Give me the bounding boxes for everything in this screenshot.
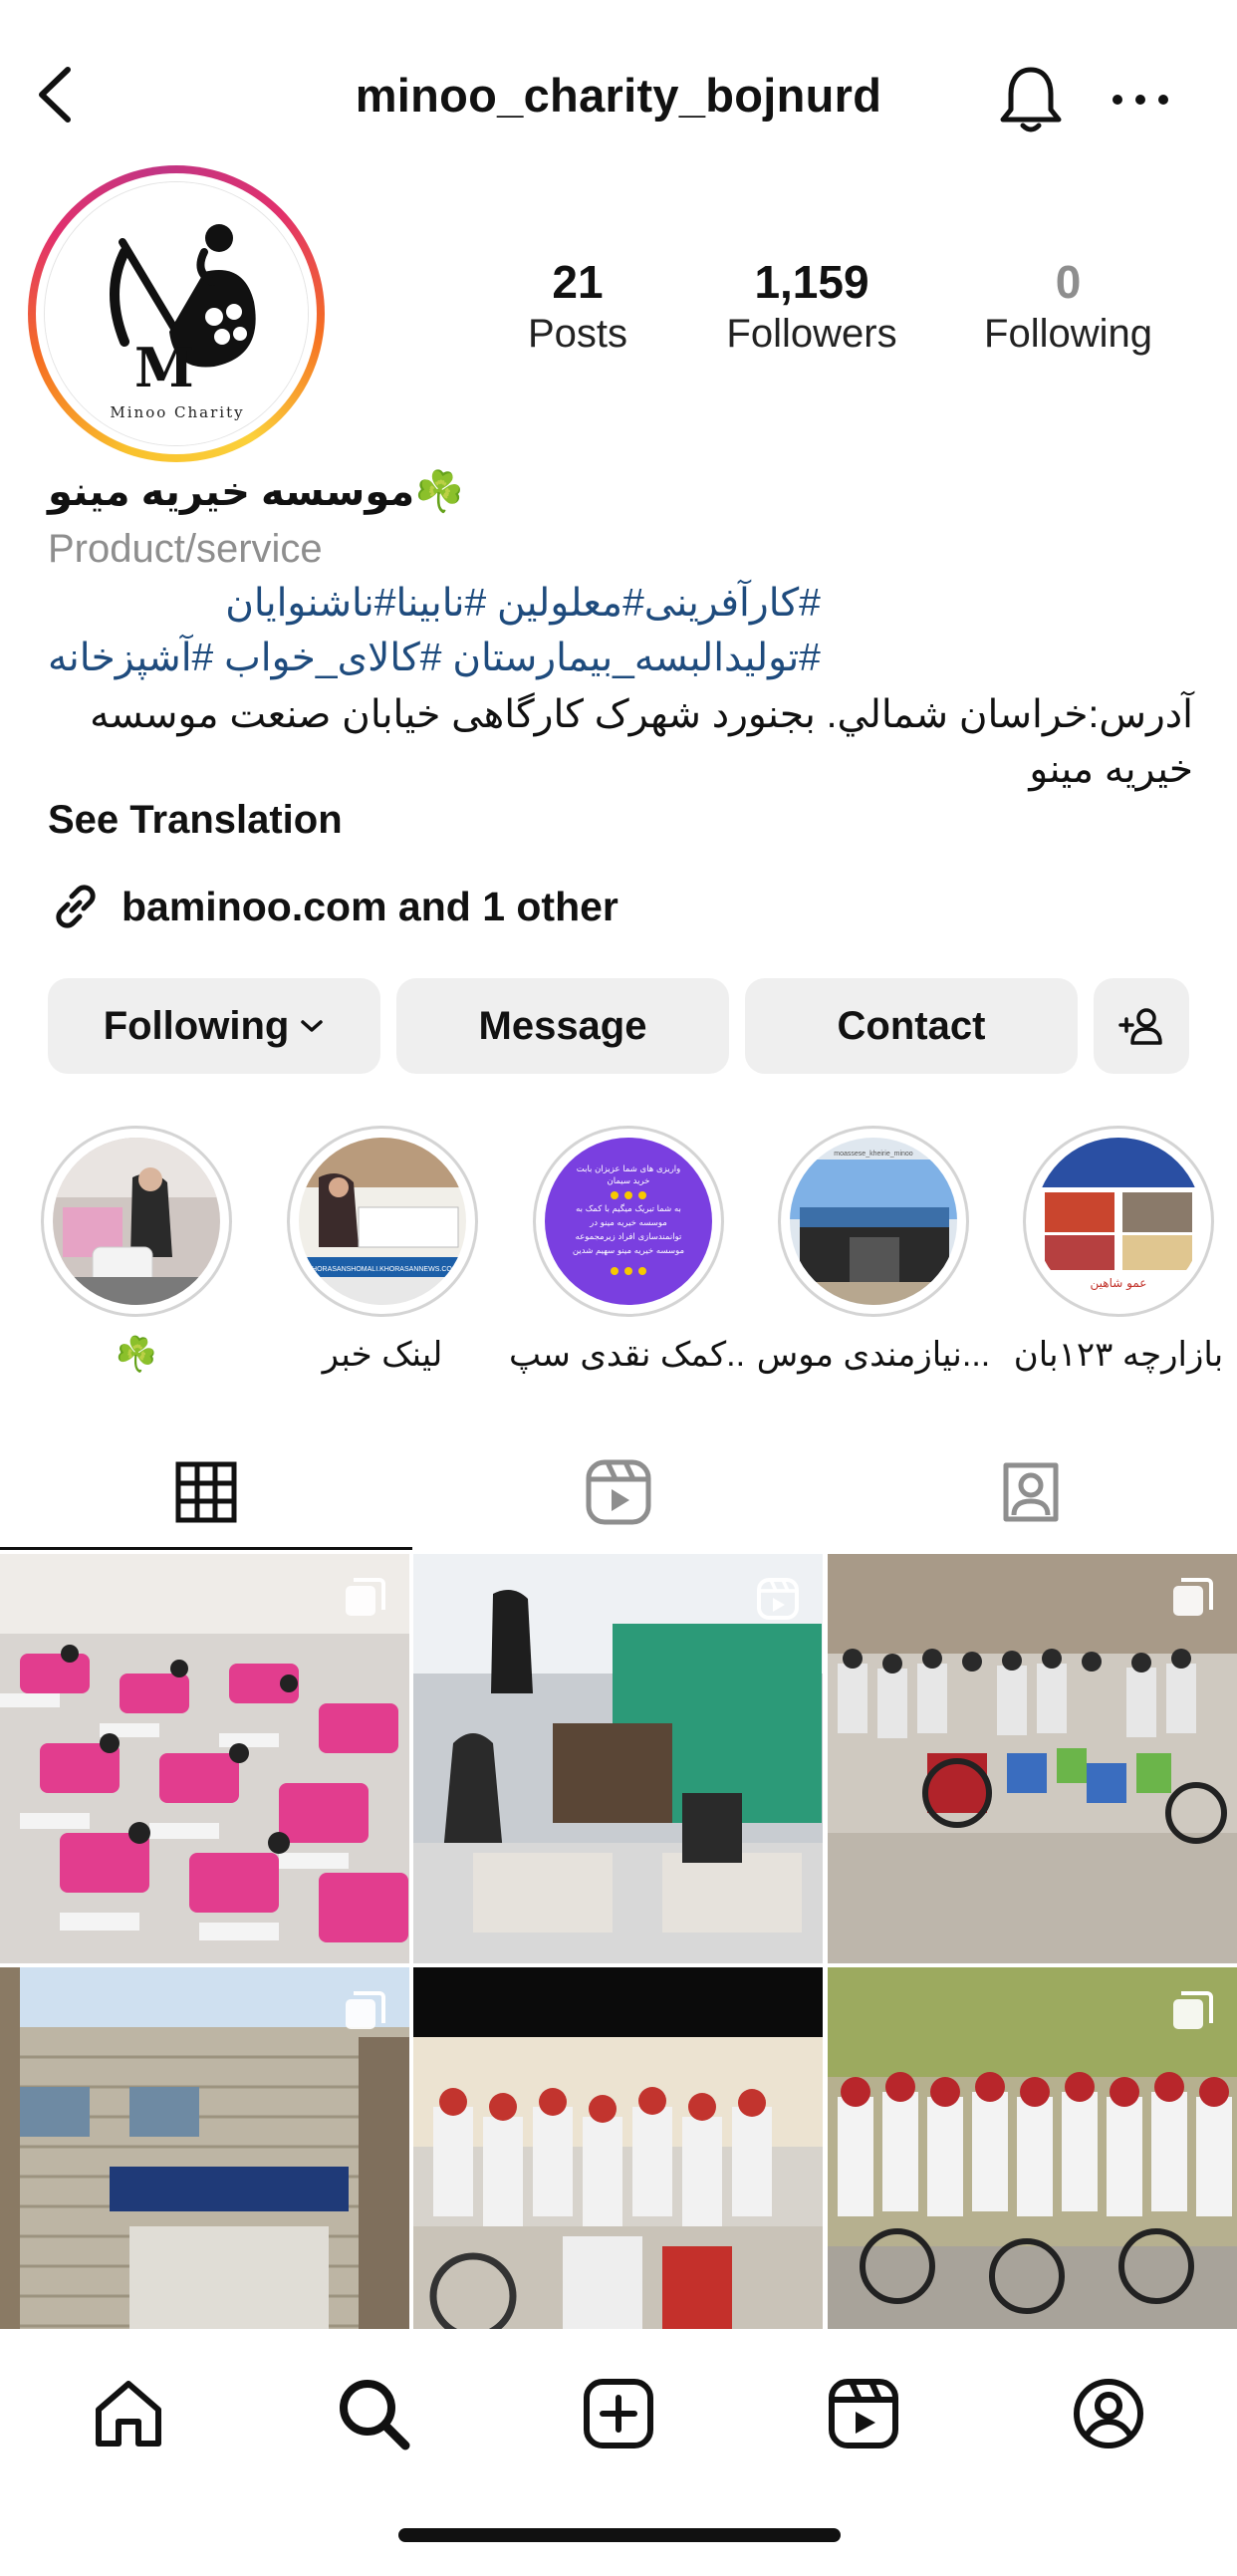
highlight-label: لینک خبر (322, 1336, 443, 1374)
svg-text:عمو شاهین: عمو شاهین (1091, 1276, 1147, 1291)
more-options-button[interactable] (1106, 75, 1175, 125)
svg-text:M: M (134, 336, 194, 399)
profile-stats: 21 Posts 1,159 Followers 0 Following (458, 255, 1215, 375)
highlight-item[interactable]: KHORASANSHOMALI.KHORASANNEWS.COM لینک خب… (263, 1126, 502, 1377)
highlight-item[interactable]: ☘️ (17, 1126, 256, 1377)
following-stat[interactable]: 0 Following (936, 255, 1200, 359)
nav-reels[interactable] (819, 2369, 908, 2458)
posts-stat[interactable]: 21 Posts (478, 255, 677, 359)
highlight-cover (53, 1138, 220, 1305)
tab-tagged[interactable] (825, 1434, 1237, 1550)
profile-category: Product/service (48, 527, 323, 571)
grid-post[interactable] (828, 1967, 1237, 2329)
add-user-icon (1118, 1008, 1162, 1045)
hashtags-line-2[interactable]: #تولیدالبسه_بیمارستان #کالای_خواب #آشپزخ… (48, 631, 821, 685)
chevron-down-icon (301, 1020, 324, 1032)
svg-text:moassese_kheirie_minoo: moassese_kheirie_minoo (834, 1151, 912, 1158)
posts-label: Posts (527, 312, 628, 356)
svg-text:موسسه خیریه مینو سهیم شدین: موسسه خیریه مینو سهیم شدین (573, 1246, 684, 1256)
story-highlights: ☘️ KHORASANSHOMALI.KHORASANNEWS.COM لینک… (0, 1126, 1237, 1385)
nav-search[interactable] (329, 2369, 418, 2458)
nav-home[interactable] (84, 2369, 173, 2458)
highlight-label: نیازمندی موس... (756, 1336, 991, 1374)
highlight-cover: واریزی های شما عزیزان بابت خرید سیمان به… (545, 1138, 712, 1305)
grid-post[interactable] (413, 1967, 823, 2329)
highlight-label: بازارچه ۱۲۳بان (1013, 1336, 1224, 1374)
posts-grid (0, 1554, 1237, 2329)
highlight-item[interactable]: عمو شاهین بازارچه ۱۲۳بان (999, 1126, 1237, 1377)
search-icon (340, 2380, 410, 2450)
nav-profile[interactable] (1064, 2369, 1153, 2458)
reels-icon (829, 2379, 898, 2448)
see-translation-link[interactable]: See Translation (48, 793, 343, 847)
following-button[interactable]: Following (48, 978, 380, 1074)
following-label: Following (984, 312, 1152, 356)
home-indicator (398, 2528, 841, 2542)
link-icon (56, 885, 96, 928)
message-button[interactable]: Message (396, 978, 729, 1074)
minoo-logo-icon: M Minoo Charity (45, 182, 308, 445)
tab-reels[interactable] (412, 1434, 825, 1550)
carousel-icon (1173, 1578, 1213, 1616)
carousel-icon (346, 1991, 385, 2029)
svg-text:به شما تبریک میگیم با کمک به: به شما تبریک میگیم با کمک به (576, 1203, 681, 1214)
highlight-label: ☘️ (115, 1336, 158, 1374)
reel-badge-icon (757, 1578, 799, 1620)
profile-header: minoo_charity_bojnurd (0, 40, 1237, 149)
highlight-item[interactable]: moassese_kheirie_minoo نیازمندی موس... (754, 1126, 993, 1377)
profile-tabs (0, 1434, 1237, 1550)
create-icon (584, 2379, 653, 2448)
bio-address: آدرس:خراسان شمالي. بجنورد شهرک کارگاهی خ… (90, 693, 1193, 791)
contact-button-label: Contact (837, 1003, 986, 1048)
avatar[interactable]: M Minoo Charity (44, 181, 309, 446)
following-count: 0 (1055, 256, 1082, 308)
bio-link-text[interactable]: baminoo.com and 1 other (122, 884, 618, 930)
svg-text:خرید سیمان: خرید سیمان (608, 1176, 650, 1186)
suggested-users-button[interactable] (1094, 978, 1189, 1074)
highlight-cover: moassese_kheirie_minoo (790, 1138, 957, 1305)
grid-post[interactable] (0, 1554, 409, 1963)
hashtags-line-1[interactable]: #کارآفرینی#معلولین #نابینا#ناشنوایان (225, 576, 821, 631)
carousel-icon (1173, 1991, 1213, 2029)
grid-icon (175, 1461, 237, 1523)
svg-text:واریزی های شما عزیزان بابت: واریزی های شما عزیزان بابت (577, 1164, 681, 1174)
highlight-cover: KHORASANSHOMALI.KHORASANNEWS.COM (299, 1138, 466, 1305)
tagged-icon (1003, 1462, 1059, 1522)
reels-icon (586, 1459, 651, 1525)
highlight-cover: عمو شاهین (1035, 1138, 1202, 1305)
contact-button[interactable]: Contact (745, 978, 1078, 1074)
tab-posts-grid[interactable] (0, 1434, 412, 1550)
followers-count: 1,159 (754, 256, 869, 308)
profile-display-name: موسسه خیریه مینو☘️ (48, 470, 464, 514)
bottom-navigation (0, 2329, 1237, 2576)
nav-create[interactable] (574, 2369, 663, 2458)
notifications-button[interactable] (991, 60, 1071, 139)
following-button-label: Following (103, 1003, 290, 1048)
grid-post[interactable] (828, 1554, 1237, 1963)
bio-link[interactable]: baminoo.com and 1 other (48, 879, 618, 934)
svg-text:موسسه خیریه مینو در: موسسه خیریه مینو در (589, 1218, 667, 1228)
active-tab-indicator (0, 1547, 412, 1550)
profile-icon (1074, 2379, 1143, 2448)
message-button-label: Message (478, 1003, 647, 1048)
followers-label: Followers (726, 312, 897, 356)
story-ring[interactable]: M Minoo Charity (28, 165, 325, 462)
highlight-item[interactable]: واریزی های شما عزیزان بابت خرید سیمان به… (509, 1126, 748, 1377)
posts-count: 21 (552, 256, 604, 308)
carousel-icon (346, 1578, 385, 1616)
svg-text:توانمندسازی افراد زیرمجموعه: توانمندسازی افراد زیرمجموعه (576, 1232, 682, 1242)
avatar-caption: Minoo Charity (110, 403, 244, 421)
ellipsis-icon (1113, 95, 1168, 105)
grid-post[interactable] (0, 1967, 409, 2329)
post-thumbnail (413, 1967, 823, 2329)
home-icon (96, 2381, 161, 2447)
highlight-label: کمک نقدی سپ... (509, 1336, 748, 1374)
bio-hashtags[interactable]: #کارآفرینی#معلولین #نابینا#ناشنوایان #تو… (48, 576, 821, 685)
followers-stat[interactable]: 1,159 Followers (682, 255, 941, 359)
svg-text:KHORASANSHOMALI.KHORASANNEWS.C: KHORASANSHOMALI.KHORASANNEWS.COM (307, 1266, 457, 1273)
bell-icon (1000, 67, 1062, 132)
grid-post[interactable] (413, 1554, 823, 1963)
